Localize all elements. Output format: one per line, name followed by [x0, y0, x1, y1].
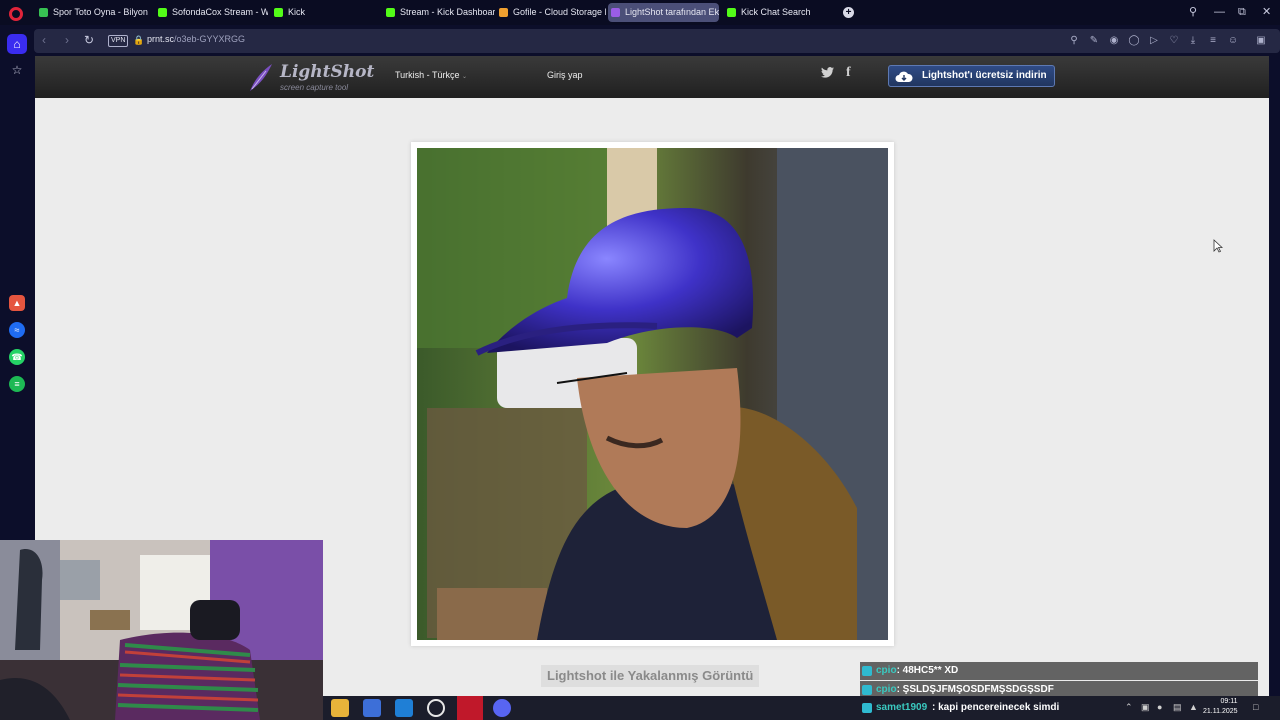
clock-date: 21.11.2025 — [1203, 708, 1238, 715]
search-page-icon[interactable]: ⚲ — [1067, 34, 1081, 48]
taskbar-clock[interactable]: 09:11 21.11.2025 — [1203, 697, 1238, 717]
logo-subtitle: screen capture tool — [280, 83, 349, 92]
kick-favicon-icon — [274, 8, 283, 17]
restore-icon[interactable]: ⧉ — [1238, 4, 1246, 20]
tray-chevron-icon[interactable]: ⌃ — [1125, 702, 1133, 713]
opera-taskbar-icon[interactable] — [457, 696, 483, 720]
heart-icon[interactable]: ♡ — [1167, 34, 1181, 48]
captured-screenshot-image[interactable] — [417, 148, 888, 640]
kick-badge-icon — [862, 666, 872, 676]
feather-logo-icon — [250, 64, 272, 91]
download-icon[interactable]: ⤓ — [1186, 34, 1200, 48]
lightshot-favicon-icon — [611, 8, 620, 17]
gofile-favicon-icon — [499, 8, 508, 17]
kick-badge-icon — [862, 703, 872, 713]
language-label: Turkish - Türkçe — [395, 70, 460, 80]
chat-text: : 48HC5** XD — [896, 665, 959, 676]
logo-title[interactable]: LightShot — [280, 62, 374, 82]
back-arrow-icon[interactable]: ‹ — [42, 33, 46, 47]
windows-taskbar: samet1909 : kapi pencereinecek simdi ⌃ ▣… — [323, 696, 1280, 720]
tab-label: SofondaCox Stream - Wat — [172, 7, 268, 17]
tab-label: Kick Chat Search — [741, 7, 811, 17]
tab-label: LightShot tarafından Ekra — [625, 7, 719, 17]
chat-username: samet1909 — [876, 702, 928, 713]
messenger-icon[interactable]: ≈ — [9, 322, 25, 338]
tab-label: Spor Toto Oyna - Bilyoner — [53, 7, 148, 17]
image-caption: Lightshot ile Yakalanmış Görüntü — [541, 665, 760, 687]
aria-ai-icon[interactable]: ▲ — [9, 295, 25, 311]
chat-username: cpio — [876, 665, 897, 676]
tab-kick-chat-search[interactable]: Kick Chat Search — [724, 3, 834, 22]
player-icon[interactable]: ▷ — [1147, 34, 1161, 48]
webcam-feed-image — [0, 540, 323, 720]
edit-icon[interactable]: ✎ — [1087, 34, 1101, 48]
tab-kick-dashboard[interactable]: Stream - Kick Dashboard — [383, 3, 495, 22]
tray-app-icon[interactable]: ▣ — [1141, 702, 1150, 713]
download-button-label: Lightshot'ı ücretsiz indirin — [922, 70, 1047, 81]
browser-tab-bar: Spor Toto Oyna - Bilyoner SofondaCox Str… — [0, 0, 1280, 25]
language-select[interactable]: Turkish - Türkçe ⌄ — [395, 70, 467, 80]
twitter-icon[interactable] — [821, 67, 834, 81]
tab-label: Kick — [288, 7, 306, 17]
bilyoner-favicon-icon — [39, 8, 48, 17]
kick-favicon-icon — [386, 8, 395, 17]
file-explorer-icon[interactable] — [331, 699, 349, 717]
kick-favicon-icon — [727, 8, 736, 17]
webcam-overlay — [0, 540, 323, 720]
close-icon[interactable]: ✕ — [1262, 4, 1271, 20]
snapshot-camera-icon[interactable]: ◉ — [1107, 34, 1121, 48]
address-bar: ‹ › ↻ VPN 🔒 prnt.sc/o3eb-GYYXRGG ⚲ ✎ ◉ ◯… — [34, 29, 1280, 53]
tab-label: Stream - Kick Dashboard — [400, 7, 495, 17]
tab-label: Gofile - Cloud Storage Ma — [513, 7, 606, 17]
tab-bilyoner[interactable]: Spor Toto Oyna - Bilyoner — [36, 3, 148, 22]
chat-text: : ŞSLDŞJFMŞOSDFMŞSDGŞSDF — [896, 684, 1054, 695]
chat-text: : kapi pencereinecek simdi — [932, 702, 1060, 713]
spotify-icon[interactable]: ≡ — [9, 376, 25, 392]
notification-icon[interactable]: □ — [1253, 702, 1258, 712]
chat-message: cpio: 48HC5** XD — [860, 662, 1258, 680]
login-link[interactable]: Giriş yap — [547, 70, 583, 80]
dropdown-caret-icon: ⌄ — [462, 74, 468, 80]
url-path: /o3eb-GYYXRGG — [174, 34, 246, 44]
volume-icon[interactable]: ▲ — [1189, 702, 1198, 712]
tab-lightshot[interactable]: LightShot tarafından Ekra — [608, 3, 719, 22]
star-bookmarks-icon[interactable]: ☆ — [9, 62, 25, 78]
forward-arrow-icon[interactable]: › — [65, 33, 69, 47]
clock-time: 09:11 — [1220, 698, 1238, 705]
shield-icon[interactable]: ◯ — [1127, 34, 1141, 48]
outlook-icon[interactable] — [395, 699, 413, 717]
download-lightshot-button[interactable]: Lightshot'ı ücretsiz indirin — [888, 65, 1055, 87]
discord-icon[interactable] — [493, 699, 511, 717]
tab-sofondacox-stream[interactable]: SofondaCox Stream - Wat — [155, 3, 268, 22]
facebook-icon[interactable]: f — [846, 65, 851, 81]
url-field[interactable]: prnt.sc/o3eb-GYYXRGG — [147, 34, 245, 44]
vpn-badge[interactable]: VPN — [108, 35, 129, 47]
whatsapp-icon[interactable]: ☎ — [9, 349, 25, 365]
reload-icon[interactable]: ↻ — [84, 33, 94, 47]
network-icon[interactable]: ▤ — [1173, 702, 1182, 713]
microsoft-store-icon[interactable] — [363, 699, 381, 717]
mouse-pointer-icon — [1213, 239, 1223, 253]
extensions-cube-icon[interactable]: ▣ — [1254, 34, 1268, 48]
home-icon[interactable]: ⌂ — [7, 34, 27, 54]
cloud-download-icon — [895, 71, 913, 82]
opera-menu-icon[interactable] — [9, 7, 23, 21]
microphone-icon[interactable]: ● — [1157, 702, 1162, 712]
chat-username: cpio — [876, 684, 897, 695]
new-tab-plus-icon[interactable]: + — [843, 7, 854, 18]
tab-gofile[interactable]: Gofile - Cloud Storage Ma — [496, 3, 606, 22]
tab-search-icon[interactable]: ⚲ — [1189, 4, 1197, 20]
url-host: prnt.sc — [147, 34, 175, 44]
tab-kick[interactable]: Kick — [271, 3, 379, 22]
lock-icon[interactable]: 🔒 — [133, 35, 144, 46]
lightshot-header: LightShot screen capture tool Turkish - … — [35, 56, 1269, 98]
minimize-icon[interactable]: — — [1214, 4, 1225, 20]
easy-setup-icon[interactable]: ≡ — [1206, 34, 1220, 48]
obs-icon[interactable] — [427, 699, 445, 717]
browser-sidebar: ⌂ ☆ ▲ ≈ ☎ ≡ — [0, 25, 34, 540]
kick-badge-icon — [862, 685, 872, 695]
profile-icon[interactable]: ☺ — [1226, 34, 1240, 48]
kick-favicon-icon — [158, 8, 167, 17]
screenshot-frame — [411, 142, 894, 646]
